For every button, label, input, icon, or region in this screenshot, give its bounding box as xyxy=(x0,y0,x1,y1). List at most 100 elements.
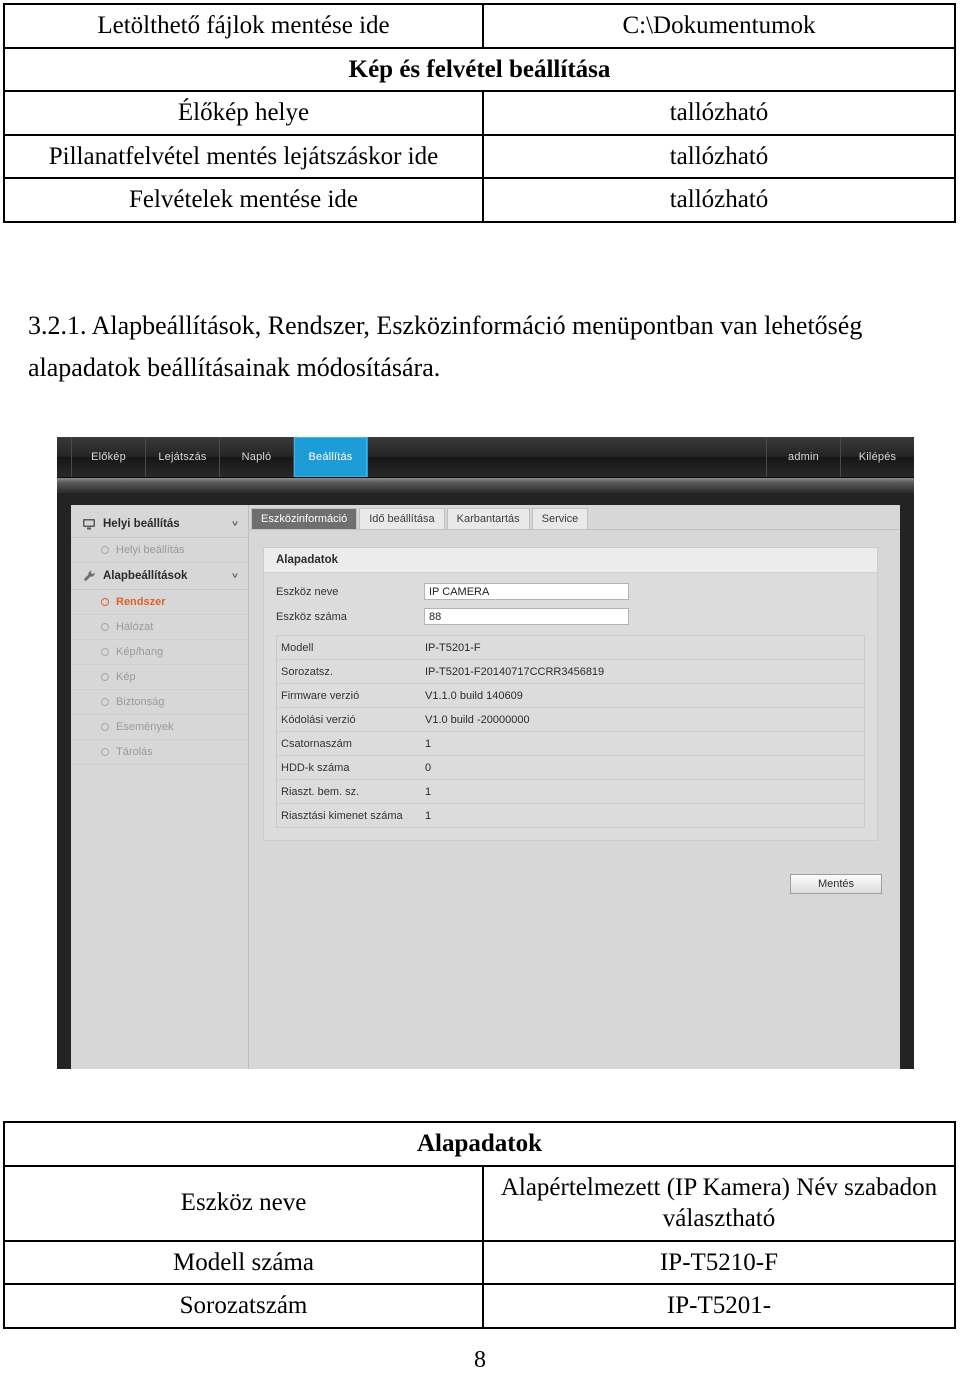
table-cell-value: tallózható xyxy=(482,133,956,179)
info-value: V1.1.0 build 140609 xyxy=(425,689,523,702)
table-cell-label: Pillanatfelvétel mentés lejátszáskor ide xyxy=(3,133,484,179)
info-value: 0 xyxy=(425,761,432,774)
sidebar-group-alapbeallitasok[interactable]: Alapbeállítások ˅ xyxy=(71,563,248,590)
chevron-down-icon: ˅ xyxy=(232,571,238,581)
app-top-navigation: Előkép Lejátszás Napló Beállítás admin K… xyxy=(57,437,914,478)
embedded-app-screenshot: Előkép Lejátszás Napló Beállítás admin K… xyxy=(57,437,914,1069)
field-label: Eszköz neve xyxy=(276,585,339,598)
sidebar-item-label: Események xyxy=(116,721,174,733)
sidebar-item-halozat[interactable]: Hálózat xyxy=(71,615,248,640)
info-key: Sorozatsz. xyxy=(281,665,333,678)
sidebar-item-label: Kép/hang xyxy=(116,646,164,658)
radio-bullet-icon xyxy=(101,673,109,681)
alapadatok-table-bottom: Alapadatok Eszköz neve Alapértelmezett (… xyxy=(2,1121,957,1329)
device-info-table: Modell IP-T5201-F Sorozatsz. IP-T5201-F2… xyxy=(276,635,865,828)
sidebar-item-label: Hálózat xyxy=(116,621,154,633)
table-row: Pillanatfelvétel mentés lejátszáskor ide… xyxy=(3,133,956,179)
sidebar-item-rendszer[interactable]: Rendszer xyxy=(71,590,248,615)
info-key: Riaszt. bem. sz. xyxy=(281,785,360,798)
app-sidebar: Helyi beállítás ˅ Helyi beállítás Alapbe… xyxy=(71,505,249,1069)
sidebar-item-label: Rendszer xyxy=(116,596,166,608)
table-row: Firmware verzió V1.1.0 build 140609 xyxy=(277,684,864,708)
radio-bullet-icon xyxy=(101,698,109,706)
table-row: Kódolási verzió V1.0 build -20000000 xyxy=(277,708,864,732)
wrench-icon xyxy=(82,569,96,583)
table-row: Felvételek mentése ide tallózható xyxy=(3,177,956,223)
info-key: Riasztási kimenet száma xyxy=(281,809,403,822)
sidebar-group-helyi-beallitas[interactable]: Helyi beállítás ˅ xyxy=(71,511,248,538)
table-row: Modell IP-T5201-F xyxy=(277,636,864,660)
app-body: Helyi beállítás ˅ Helyi beállítás Alapbe… xyxy=(57,493,914,1069)
table-section-title: Alapadatok xyxy=(2,1121,957,1167)
info-key: HDD-k száma xyxy=(281,761,350,774)
info-key: Firmware verzió xyxy=(281,689,360,702)
page-number: 8 xyxy=(474,1347,486,1373)
sidebar-item-label: Tárolás xyxy=(116,746,153,758)
info-value: 1 xyxy=(425,737,432,750)
radio-bullet-icon xyxy=(101,723,109,731)
tab-service[interactable]: Service xyxy=(531,508,589,529)
chevron-down-icon: ˅ xyxy=(232,519,238,529)
radio-bullet-icon xyxy=(101,598,109,606)
table-cell-value: Alapértelmezett (IP Kamera) Név szabadon… xyxy=(481,1164,957,1242)
device-number-input[interactable]: 88 xyxy=(424,608,629,625)
info-value: 1 xyxy=(425,785,432,798)
field-row-device-number: Eszköz száma 88 xyxy=(276,608,865,625)
nav-item-logout[interactable]: Kilépés xyxy=(840,437,914,477)
nav-item-naplo[interactable]: Napló xyxy=(220,437,294,477)
table-row-section-header: Kép és felvétel beállítása xyxy=(3,46,956,92)
table-row: Letölthető fájlok mentése ide C:\Dokumen… xyxy=(3,3,956,49)
nav-item-admin-user[interactable]: admin xyxy=(766,437,840,477)
info-key: Modell xyxy=(281,641,314,654)
tab-eszkozinformacio[interactable]: Eszközinformáció xyxy=(251,508,358,529)
table-cell-value: C:\Dokumentumok xyxy=(482,3,956,49)
sidebar-item-helyi-beallitas[interactable]: Helyi beállítás xyxy=(71,538,248,563)
sidebar-item-kep[interactable]: Kép xyxy=(71,665,248,690)
radio-bullet-icon xyxy=(101,546,109,554)
settings-table-top: Letölthető fájlok mentése ide C:\Dokumen… xyxy=(3,3,956,223)
nav-item-elokep[interactable]: Előkép xyxy=(71,437,146,477)
sidebar-item-kep-hang[interactable]: Kép/hang xyxy=(71,640,248,665)
table-row: Eszköz neve Alapértelmezett (IP Kamera) … xyxy=(3,1164,957,1242)
info-value: IP-T5201-F xyxy=(425,641,481,654)
sidebar-item-label: Kép xyxy=(116,671,136,683)
table-cell-value: IP-T5210-F xyxy=(481,1239,957,1285)
table-cell-label: Sorozatszám xyxy=(3,1283,484,1329)
nav-item-beallitas[interactable]: Beállítás xyxy=(294,437,368,477)
table-row: Sorozatszám IP-T5201- xyxy=(3,1283,957,1329)
tab-ido-beallitasa[interactable]: Idő beállítása xyxy=(359,508,445,529)
save-area: Mentés xyxy=(790,874,882,894)
panel-body: Eszköz neve IP CAMERA Eszköz száma 88 Mo… xyxy=(264,573,877,840)
sidebar-item-label: Biztonság xyxy=(116,696,165,708)
radio-bullet-icon xyxy=(101,648,109,656)
save-button[interactable]: Mentés xyxy=(790,874,882,894)
section-paragraph: 3.2.1. Alapbeállítások, Rendszer, Eszköz… xyxy=(28,311,863,383)
table-row: Riaszt. bem. sz. 1 xyxy=(277,780,864,804)
sidebar-item-esemenyek[interactable]: Események xyxy=(71,715,248,740)
nav-item-lejatszas[interactable]: Lejátszás xyxy=(146,437,220,477)
table-cell-label: Felvételek mentése ide xyxy=(3,177,484,223)
nav-divider-band xyxy=(57,478,914,493)
alapadatok-panel: Alapadatok Eszköz neve IP CAMERA Eszköz … xyxy=(263,547,878,841)
device-name-input[interactable]: IP CAMERA xyxy=(424,583,629,600)
table-row: Csatornaszám 1 xyxy=(277,732,864,756)
table-row: Élőkép helye tallózható xyxy=(3,90,956,136)
table-row: HDD-k száma 0 xyxy=(277,756,864,780)
table-row: Modell száma IP-T5210-F xyxy=(3,1239,957,1285)
info-value: V1.0 build -20000000 xyxy=(425,713,530,726)
info-key: Kódolási verzió xyxy=(281,713,356,726)
field-row-device-name: Eszköz neve IP CAMERA xyxy=(276,583,865,600)
panel-title: Alapadatok xyxy=(264,548,877,573)
app-content-panel: Eszközinformáció Idő beállítása Karbanta… xyxy=(249,505,900,1069)
radio-bullet-icon xyxy=(101,748,109,756)
table-cell-value: tallózható xyxy=(482,90,956,136)
info-key: Csatornaszám xyxy=(281,737,352,750)
sidebar-item-biztonsag[interactable]: Biztonság xyxy=(71,690,248,715)
sidebar-item-tarolas[interactable]: Tárolás xyxy=(71,740,248,765)
sidebar-group-label: Helyi beállítás xyxy=(103,518,180,530)
content-inner: Alapadatok Eszköz neve IP CAMERA Eszköz … xyxy=(249,530,900,1069)
table-cell-label: Eszköz neve xyxy=(3,1164,484,1242)
tab-karbantartas[interactable]: Karbantartás xyxy=(446,508,530,529)
table-row: Riasztási kimenet száma 1 xyxy=(277,804,864,828)
